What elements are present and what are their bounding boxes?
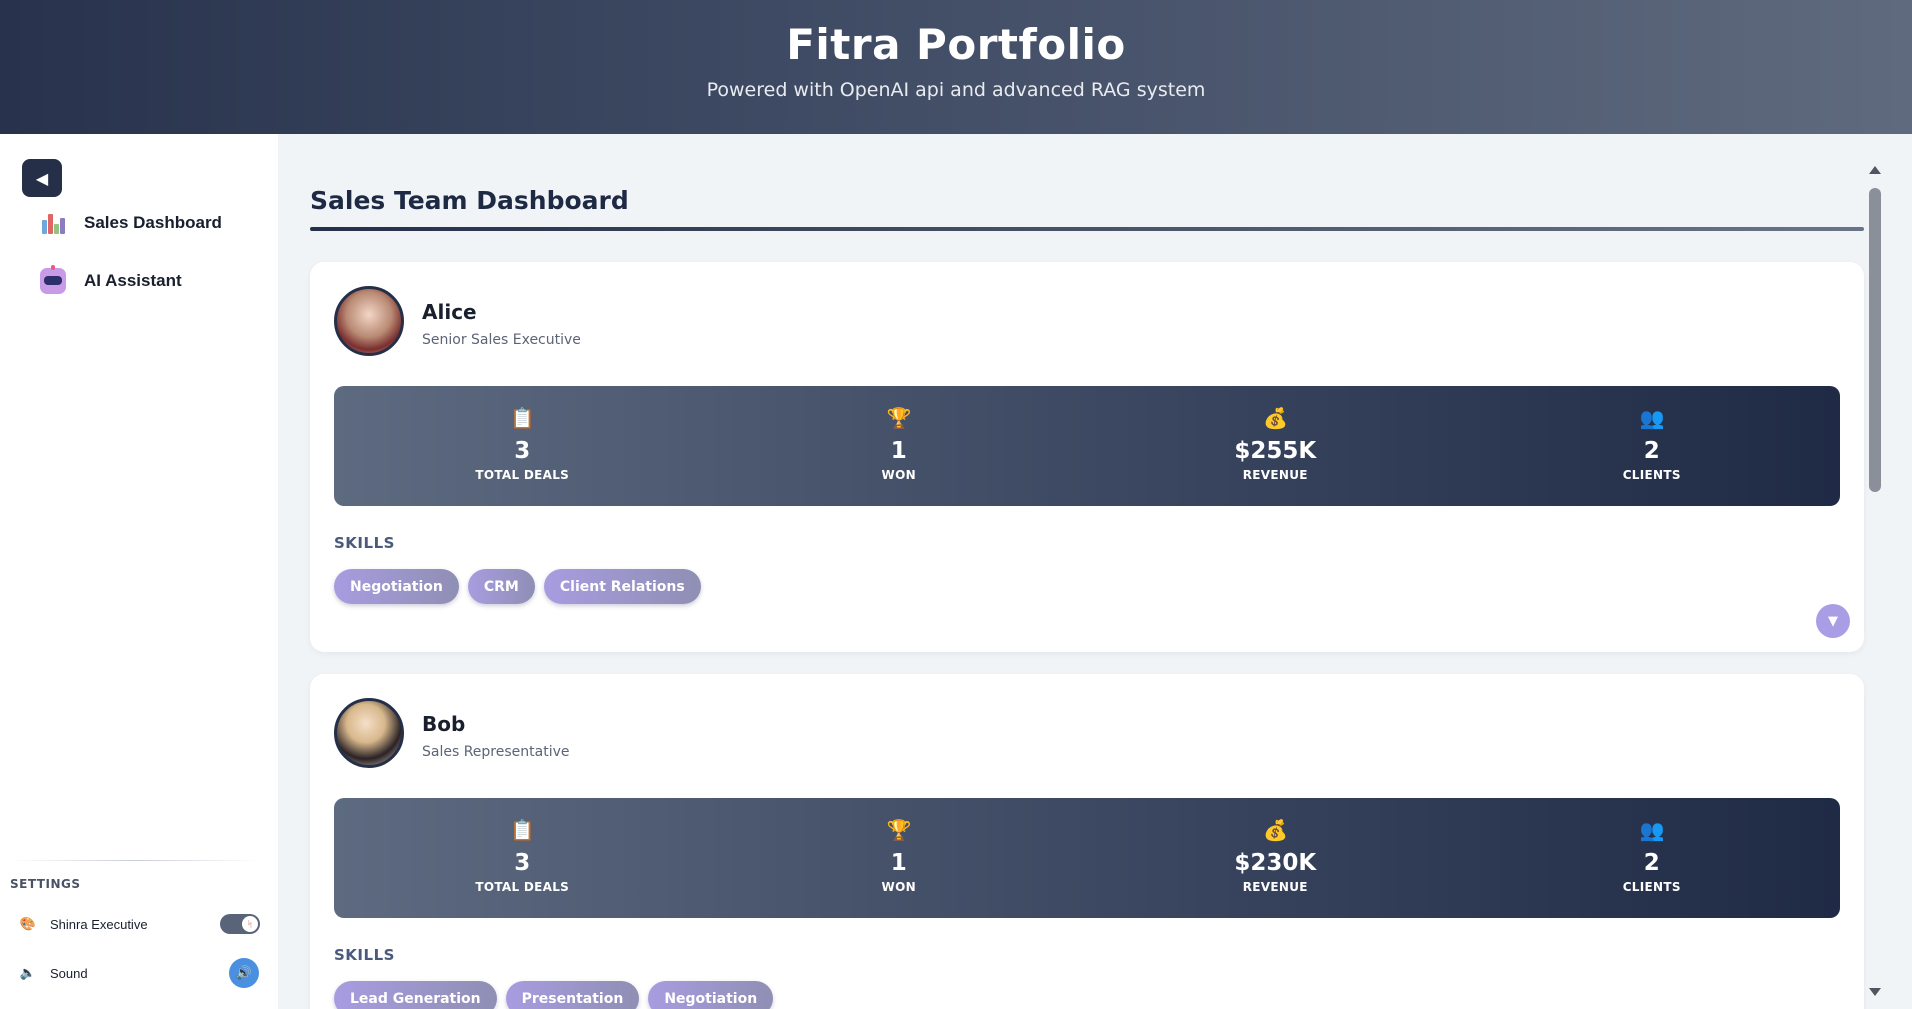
stats-panel: 📋 3 TOTAL DEALS 🏆 1 WON 💰 $230K REVENUE … — [334, 798, 1840, 918]
stat-won: 🏆 1 WON — [711, 798, 1088, 918]
app-subtitle: Powered with OpenAI api and advanced RAG… — [706, 79, 1206, 101]
theme-label: Shinra Executive — [50, 916, 148, 932]
trophy-icon: 🏆 — [886, 818, 912, 842]
member-card: Bob Sales Representative 📋 3 TOTAL DEALS… — [310, 674, 1864, 1009]
sidebar-collapse-button[interactable]: ◀ — [22, 159, 62, 197]
skill-chip: Negotiation — [334, 569, 459, 604]
stat-revenue: 💰 $255K REVENUE — [1087, 386, 1464, 506]
stat-clients: 👥 2 CLIENTS — [1464, 798, 1841, 918]
scroll-up-arrow-icon[interactable] — [1869, 166, 1881, 174]
member-name: Alice — [422, 300, 477, 324]
stat-value: 3 — [514, 438, 531, 464]
stat-value: 1 — [890, 438, 907, 464]
settings-panel: SETTINGS 🎨 Shinra Executive ᛋ 🔈 Sound 🔊 — [10, 860, 260, 1007]
stat-label: TOTAL DEALS — [475, 468, 570, 482]
sidebar-item-ai-assistant[interactable]: AI Assistant — [40, 265, 182, 294]
money-bag-icon: 💰 — [1263, 818, 1289, 842]
stat-label: WON — [881, 468, 916, 482]
people-icon: 👥 — [1639, 818, 1665, 842]
stat-total-deals: 📋 3 TOTAL DEALS — [334, 798, 711, 918]
triangle-left-icon: ◀ — [35, 168, 49, 188]
chevron-down-icon: ▼ — [1828, 613, 1838, 629]
trophy-icon: 🏆 — [886, 406, 912, 430]
skills-heading: SKILLS — [334, 946, 395, 964]
skills-heading: SKILLS — [334, 534, 395, 552]
stat-label: REVENUE — [1242, 880, 1308, 894]
stat-won: 🏆 1 WON — [711, 386, 1088, 506]
stat-value: $230K — [1234, 850, 1317, 876]
stat-label: CLIENTS — [1622, 880, 1681, 894]
stats-panel: 📋 3 TOTAL DEALS 🏆 1 WON 💰 $255K REVENUE … — [334, 386, 1840, 506]
sound-setting: 🔈 Sound 🔊 — [10, 958, 260, 988]
stat-label: WON — [881, 880, 916, 894]
skill-chip: CRM — [467, 569, 535, 604]
stat-label: CLIENTS — [1622, 468, 1681, 482]
toggle-knob: ᛋ — [242, 916, 258, 932]
scroll-thumb[interactable] — [1869, 188, 1881, 492]
stat-value: 1 — [890, 850, 907, 876]
people-icon: 👥 — [1639, 406, 1665, 430]
speaker-icon: 🔊 — [235, 965, 253, 980]
expand-card-button[interactable]: ▼ — [1816, 604, 1850, 638]
stat-label: REVENUE — [1242, 468, 1308, 482]
money-bag-icon: 💰 — [1263, 406, 1289, 430]
settings-heading: SETTINGS — [10, 877, 81, 891]
skill-chip: Negotiation — [648, 981, 774, 1009]
stat-label: TOTAL DEALS — [475, 880, 570, 894]
member-name: Bob — [422, 712, 466, 736]
clipboard-icon: 📋 — [510, 406, 536, 430]
sidebar: ◀ Sales Dashboard AI Assistant SETTINGS … — [0, 134, 278, 1009]
stat-revenue: 💰 $230K REVENUE — [1087, 798, 1464, 918]
title-divider — [310, 227, 1864, 231]
theme-toggle[interactable]: ᛋ — [220, 914, 260, 934]
sidebar-item-sales-dashboard[interactable]: Sales Dashboard — [40, 210, 222, 236]
app-title: Fitra Portfolio — [786, 20, 1126, 69]
stat-total-deals: 📋 3 TOTAL DEALS — [334, 386, 711, 506]
speaker-icon: 🔈 — [19, 965, 37, 980]
scroll-down-arrow-icon[interactable] — [1869, 988, 1881, 996]
member-role: Sales Representative — [422, 744, 570, 760]
bar-chart-icon — [40, 210, 66, 236]
avatar — [334, 698, 404, 768]
palette-icon: 🎨 — [19, 916, 37, 931]
skill-chip: Client Relations — [543, 569, 701, 604]
robot-icon — [40, 265, 66, 294]
member-card: Alice Senior Sales Executive 📋 3 TOTAL D… — [310, 262, 1864, 652]
sound-toggle-button[interactable]: 🔊 — [229, 958, 259, 988]
main-scrollbar[interactable] — [1867, 166, 1883, 996]
theme-setting: 🎨 Shinra Executive ᛋ — [10, 909, 260, 939]
clipboard-icon: 📋 — [510, 818, 536, 842]
stat-value: 3 — [514, 850, 531, 876]
sidebar-item-label: Sales Dashboard — [84, 213, 222, 232]
app-header: Fitra Portfolio Powered with OpenAI api … — [0, 0, 1912, 134]
skills-list: Lead Generation Presentation Negotiation — [334, 981, 774, 1009]
stat-value: 2 — [1643, 438, 1660, 464]
sidebar-item-label: AI Assistant — [84, 271, 182, 290]
stat-value: 2 — [1643, 850, 1660, 876]
member-role: Senior Sales Executive — [422, 332, 581, 348]
skill-chip: Presentation — [505, 981, 640, 1009]
stat-value: $255K — [1234, 438, 1317, 464]
skills-list: Negotiation CRM Client Relations — [334, 569, 701, 604]
page-title: Sales Team Dashboard — [310, 186, 629, 215]
avatar — [334, 286, 404, 356]
sound-label: Sound — [50, 965, 88, 981]
main-content: Sales Team Dashboard Alice Senior Sales … — [278, 134, 1912, 1009]
settings-divider — [10, 860, 260, 861]
skill-chip: Lead Generation — [334, 981, 497, 1009]
stat-clients: 👥 2 CLIENTS — [1464, 386, 1841, 506]
